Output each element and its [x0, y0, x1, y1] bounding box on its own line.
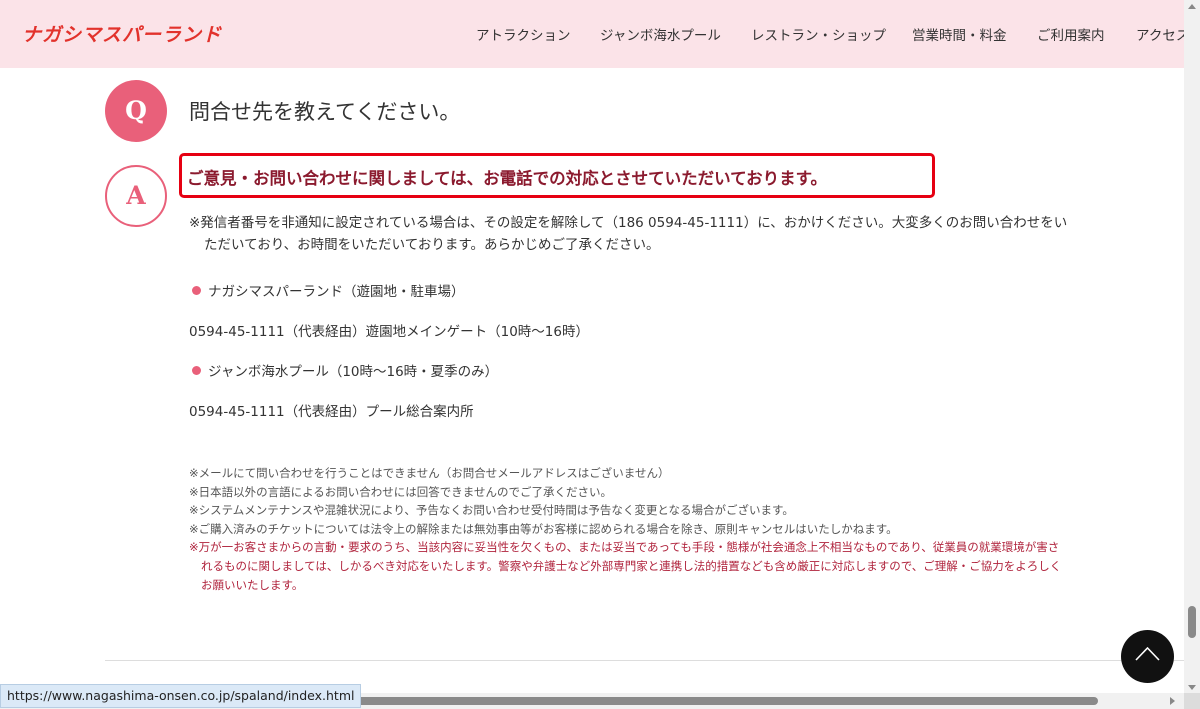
note-item: ※システムメンテナンスや混雑状況により、予告なくお問い合わせ受付時間は予告なく変… — [189, 503, 794, 518]
section-divider — [105, 660, 1184, 661]
scrollbar-corner — [1184, 693, 1200, 709]
answer-mark-badge: A — [105, 165, 167, 227]
scroll-right-arrow-icon[interactable] — [1170, 697, 1175, 705]
nav-item-attractions[interactable]: アトラクション — [476, 24, 571, 44]
caller-id-note: ※発信者番号を非通知に設定されている場合は、その設定を解除して（186 0594… — [189, 212, 1159, 256]
caller-id-note-line2: ただいており、お時間をいただいております。あらかじめご了承ください。 — [204, 237, 660, 253]
nav-item-access[interactable]: アクセス — [1136, 24, 1189, 44]
contact-phone: 0594-45-1111（代表経由）プール総合案内所 — [189, 404, 474, 420]
nav-item-jumbo-pool[interactable]: ジャンボ海水プール — [600, 24, 721, 44]
note-item: ※日本語以外の言語によるお問い合わせには回答できませんのでご了承ください。 — [189, 484, 612, 499]
status-bar-url: https://www.nagashima-onsen.co.jp/spalan… — [0, 684, 362, 708]
scroll-up-arrow-icon[interactable] — [1188, 4, 1196, 9]
warning-note-line: ※万が一お客さまからの言動・要求のうち、当該内容に妥当性を欠くもの、または妥当で… — [189, 540, 1060, 555]
nav-item-hours-fees[interactable]: 営業時間・料金 — [912, 24, 1007, 44]
notes-list: ※メールにて問い合わせを行うことはできません（お問合せメールアドレスはございませ… — [189, 464, 1154, 594]
bullet-dot-icon — [192, 366, 201, 375]
note-item: ※メールにて問い合わせを行うことはできません（お問合せメールアドレスはございませ… — [189, 466, 670, 480]
contact-spaland: ナガシマスパーランド（遊園地・駐車場） — [192, 280, 465, 300]
faq-question: 問合せ先を教えてください。 — [189, 100, 461, 124]
caller-id-note-line1: ※発信者番号を非通知に設定されている場合は、その設定を解除して（186 0594… — [189, 215, 1068, 231]
warning-note-line: れるものに関しましては、しかるべき対応をいたします。警察や弁護士など外部専門家と… — [201, 558, 1062, 573]
warning-note-line: お願いいたします。 — [201, 577, 304, 592]
vertical-scrollbar[interactable] — [1184, 0, 1200, 709]
nav-item-guide[interactable]: ご利用案内 — [1037, 24, 1105, 44]
answer-headline: ご意見・お問い合わせに関しましては、お電話での対応とさせていただいております。 — [187, 169, 828, 188]
contact-jumbo-pool: ジャンボ海水プール（10時〜16時・夏季のみ） — [192, 360, 498, 380]
scroll-to-top-button[interactable] — [1121, 630, 1174, 683]
contact-name: ジャンボ海水プール（10時〜16時・夏季のみ） — [208, 364, 499, 380]
chevron-up-icon — [1135, 646, 1160, 661]
note-item: ※ご購入済みのチケットについては法令上の解除または無効事由等がお客様に認められる… — [189, 521, 898, 536]
site-logo[interactable]: ナガシマスパーランド — [22, 20, 222, 47]
nav-item-restaurant-shop[interactable]: レストラン・ショップ — [751, 24, 886, 44]
contact-name: ナガシマスパーランド（遊園地・駐車場） — [208, 284, 465, 300]
vertical-scroll-thumb[interactable] — [1188, 606, 1196, 638]
question-mark-badge: Q — [105, 80, 167, 142]
contact-phone: 0594-45-1111（代表経由）遊園地メインゲート（10時〜16時） — [189, 324, 589, 340]
scroll-down-arrow-icon[interactable] — [1188, 685, 1196, 690]
bullet-dot-icon — [192, 286, 201, 295]
site-header: ナガシマスパーランド アトラクション ジャンボ海水プール レストラン・ショップ … — [0, 0, 1189, 68]
